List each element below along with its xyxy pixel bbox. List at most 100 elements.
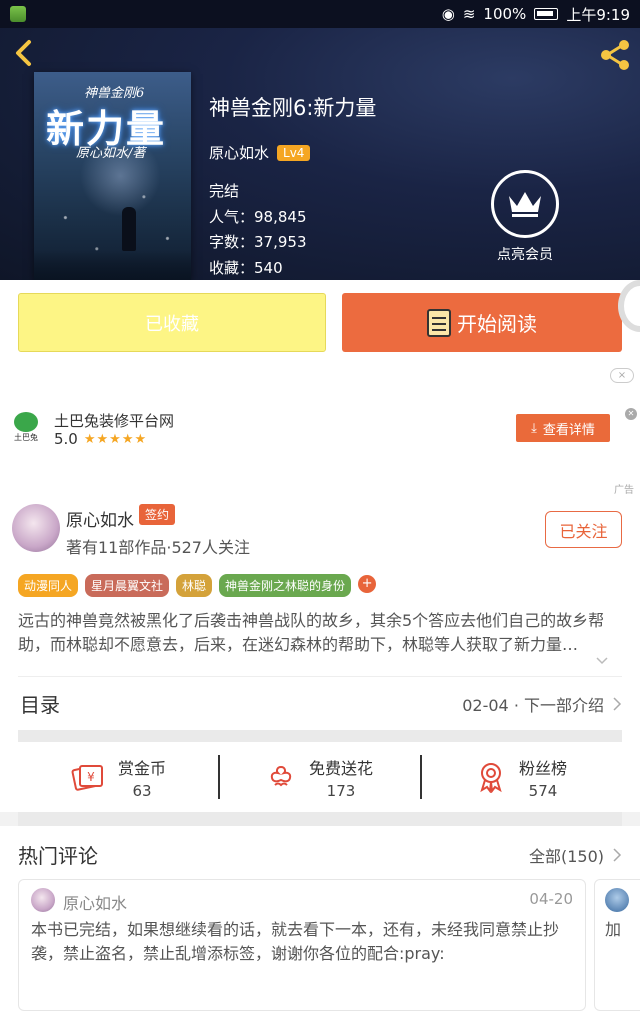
stats-bar: ¥ 赏金币 63 免费送花 173 粉丝榜 574 — [18, 742, 622, 812]
ad-tag: 广告 — [614, 485, 634, 496]
comments-header: 热门评论 全部(150) — [18, 840, 622, 869]
fan-ranking-text: 粉丝榜 574 — [519, 755, 567, 800]
author-name[interactable]: 原心如水 — [66, 506, 134, 531]
fan-ranking-label: 粉丝榜 — [518, 758, 567, 778]
section-divider — [18, 812, 622, 826]
book-popularity: 人气：98,845 — [209, 207, 307, 226]
chevron-right-icon — [613, 696, 622, 711]
add-tag-button[interactable]: + — [358, 575, 377, 593]
battery-percent: 100% — [483, 5, 527, 23]
comment-avatar[interactable] — [605, 888, 629, 912]
vip-label: 点亮会员 — [497, 247, 553, 263]
book-author[interactable]: 原心如水 — [209, 142, 269, 163]
comment-card[interactable]: 加 — [594, 879, 640, 1011]
download-icon: ⤓ — [531, 420, 537, 436]
chevron-right-icon — [613, 847, 622, 862]
collected-button[interactable]: 已收藏 — [18, 293, 326, 352]
ad-rating-value: 5.0 — [54, 430, 78, 448]
wifi-icon: ≋ — [462, 5, 476, 23]
reward-coins-text: 赏金币 63 — [118, 755, 166, 800]
action-bar: 已收藏 开始阅读 — [0, 280, 640, 364]
gutter-left — [0, 676, 18, 812]
flower-icon — [270, 765, 292, 787]
start-reading-button[interactable]: 开始阅读 — [342, 293, 622, 352]
comments-title: 热门评论 — [18, 844, 98, 868]
ad-banner[interactable]: × 土巴兔 土巴兔装修平台网 5.0 ★★★★★ ⤓ 查看详情 ✕ 广告 — [0, 364, 640, 496]
reward-coins-stat[interactable]: ¥ 赏金币 63 — [18, 755, 218, 800]
comment-avatar[interactable] — [31, 888, 55, 912]
gutter-right — [622, 676, 640, 812]
comment-text: 加 — [605, 920, 622, 939]
ad-title: 土巴兔装修平台网 — [54, 412, 175, 430]
fan-ranking-stat[interactable]: 粉丝榜 574 — [422, 755, 622, 800]
author-level-badge: Lv4 — [277, 144, 311, 161]
eye-icon: ◉ — [441, 5, 455, 23]
section-divider — [18, 730, 622, 742]
book-synopsis[interactable]: 远古的神兽竟然被黑化了后袭击神兽战队的故乡，其余5个答应去他们自己的故乡帮助，而… — [18, 609, 624, 657]
ad-logo-text: 土巴兔 — [14, 433, 38, 442]
fan-ranking-count: 574 — [528, 781, 558, 800]
ad-close-icon[interactable]: ✕ — [625, 408, 637, 420]
tag-item[interactable]: 动漫同人 — [18, 574, 79, 597]
author-avatar[interactable] — [12, 504, 60, 552]
status-bar: ◉ ≋ 100% 上午9:19 — [0, 0, 640, 28]
ad-details-button[interactable]: ⤓ 查看详情 — [516, 414, 610, 442]
reward-coins-label: 赏金币 — [117, 758, 166, 778]
back-button[interactable] — [12, 38, 36, 68]
book-favorites: 收藏：540 — [209, 258, 283, 277]
all-comments-label: 全部(150) — [528, 846, 604, 866]
book-info: 神兽金刚6:新力量 原心如水 Lv4 完结 人气：98,845 字数：37,95… — [209, 92, 376, 280]
ad-stars: ★★★★★ — [83, 431, 148, 447]
back-arrow-icon — [16, 40, 31, 66]
author-section: 原心如水 签约 著有11部作品·527人关注 已关注 动漫同人 星月晨翼文社 林… — [0, 496, 640, 676]
author-works: 著有11部作品·527人关注 — [66, 538, 250, 557]
toc-latest-text: 02-04 · 下一部介绍 — [462, 695, 604, 715]
ad-rating: 5.0 ★★★★★ — [54, 430, 147, 448]
clock: 上午9:19 — [566, 5, 630, 24]
free-flowers-count: 173 — [326, 781, 356, 800]
crown-icon — [491, 170, 559, 238]
follow-button[interactable]: 已关注 — [545, 511, 622, 548]
coin-ticket-icon: ¥ — [71, 765, 103, 791]
share-button[interactable] — [598, 38, 632, 72]
ad-logo: 土巴兔 — [12, 412, 40, 446]
battery-icon — [534, 8, 559, 20]
status-right: ◉ ≋ 100% 上午9:19 — [442, 4, 630, 25]
tag-item[interactable]: 神兽金刚之林聪的身份 — [219, 574, 352, 597]
reward-coins-count: 63 — [132, 781, 152, 800]
hot-comments-section: 热门评论 全部(150) 原心如水 04-20 本书已完结，如果想继续看的话，就… — [0, 826, 640, 1024]
tag-item[interactable]: 林聪 — [176, 574, 213, 597]
table-of-contents-row[interactable]: 目录 02-04 · 下一部介绍 — [18, 676, 622, 730]
book-status: 完结 — [209, 182, 240, 200]
free-flowers-stat[interactable]: 免费送花 173 — [220, 755, 420, 800]
signed-badge: 签约 — [139, 504, 176, 525]
free-flowers-label: 免费送花 — [308, 758, 373, 778]
cover-figure — [122, 207, 136, 251]
start-reading-label: 开始阅读 — [457, 312, 537, 336]
free-flowers-text: 免费送花 173 — [309, 755, 373, 800]
chevron-down-icon[interactable] — [596, 657, 608, 665]
book-meta: 完结 人气：98,845 字数：37,953 收藏：540 — [209, 179, 376, 280]
rabbit-logo-icon — [14, 412, 38, 432]
comment-text: 本书已完结，如果想继续看的话，就去看下一本，还有，未经我同意禁止抄袭，禁止盗名，… — [31, 920, 560, 963]
tag-item[interactable]: 星月晨翼文社 — [85, 574, 170, 597]
book-author-row: 原心如水 Lv4 — [209, 142, 376, 163]
tag-list: 动漫同人 星月晨翼文社 林聪 神兽金刚之林聪的身份 + — [18, 574, 377, 597]
app-notification-icon — [10, 6, 26, 22]
medal-icon — [480, 763, 502, 793]
comment-user[interactable]: 原心如水 — [63, 890, 127, 914]
vip-button[interactable]: 点亮会员 — [490, 170, 560, 264]
cover-ground — [34, 250, 191, 280]
book-header: 神兽金刚6 新力量 原心如水/著 神兽金刚6:新力量 原心如水 Lv4 完结 人… — [0, 28, 640, 280]
book-cover[interactable]: 神兽金刚6 新力量 原心如水/著 — [34, 72, 191, 280]
comment-card[interactable]: 原心如水 04-20 本书已完结，如果想继续看的话，就去看下一本，还有，未经我同… — [18, 879, 586, 1011]
svg-text:¥: ¥ — [87, 770, 95, 784]
book-word-count: 字数：37,953 — [209, 233, 307, 251]
book-title: 神兽金刚6:新力量 — [209, 96, 377, 120]
all-comments-link[interactable]: 全部(150) — [529, 843, 622, 867]
share-icon — [601, 40, 629, 70]
cover-author: 原心如水/著 — [76, 146, 146, 161]
book-icon — [427, 308, 451, 337]
ad-collapse-button[interactable]: × — [610, 368, 634, 383]
toc-latest: 02-04 · 下一部介绍 — [462, 692, 622, 716]
